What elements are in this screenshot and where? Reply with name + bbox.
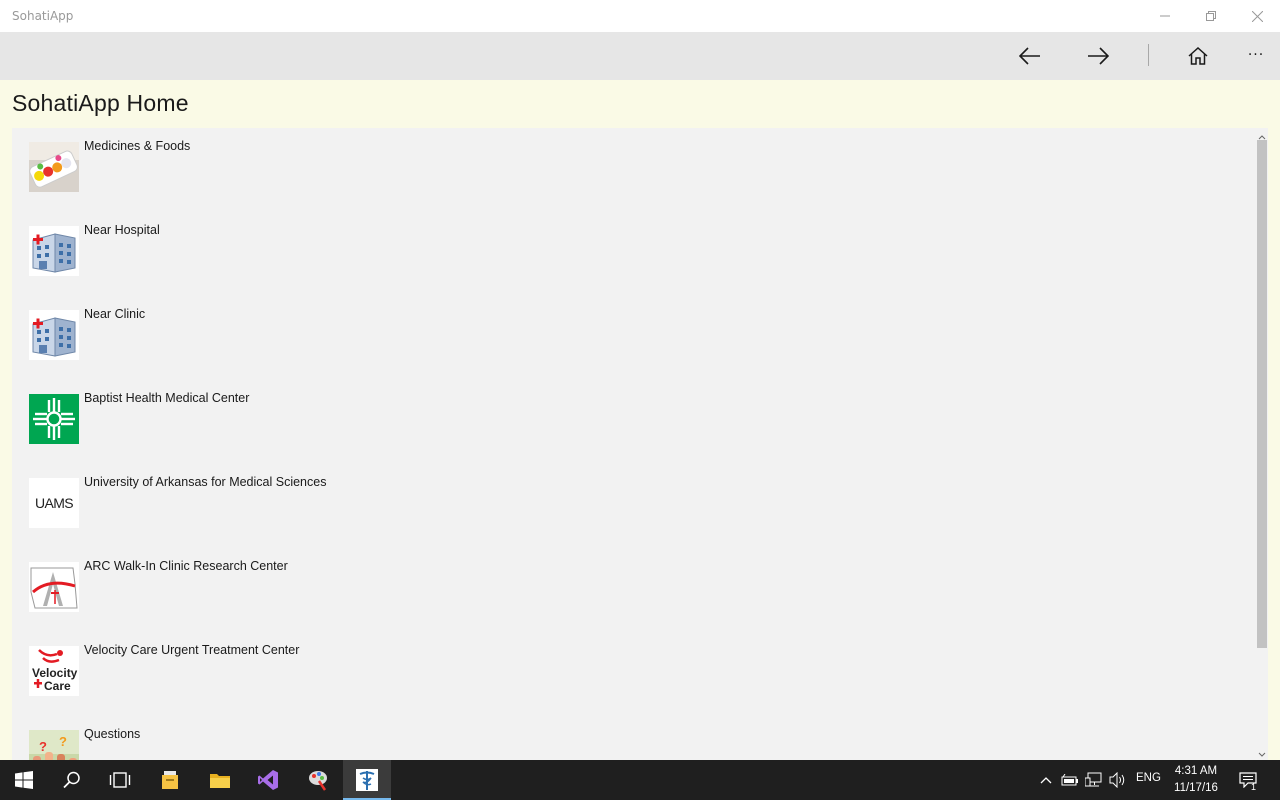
svg-text:Velocity: Velocity (32, 666, 78, 680)
list-item-uams[interactable]: UAMS University of Arkansas for Medical … (29, 464, 929, 548)
sohati-app-button[interactable] (343, 760, 391, 800)
clock-date: 11/17/16 (1174, 782, 1218, 794)
more-button[interactable]: ··· (1228, 32, 1280, 80)
taskbar: ENG 4:31 AM 11/17/16 (0, 760, 1280, 800)
list-item-questions[interactable]: ? ? Questions (29, 716, 929, 760)
folder-button[interactable] (196, 760, 244, 800)
more-ellipsis-icon: ··· (1247, 47, 1265, 63)
home-button[interactable] (1170, 32, 1226, 80)
svg-text:?: ? (59, 734, 67, 749)
list-item-baptist-health[interactable]: Baptist Health Medical Center (29, 380, 929, 464)
back-arrow-icon (1019, 47, 1040, 65)
home-icon (1188, 47, 1208, 65)
scroll-thumb[interactable] (1257, 140, 1267, 648)
search-icon (63, 771, 80, 789)
menu-list: Medicines & Foods Near Hospital Near Cli… (12, 128, 1268, 760)
battery-icon (1061, 774, 1078, 786)
list-item-label: Questions (84, 727, 141, 741)
close-icon (1251, 10, 1263, 22)
uams-logo: UAMS (29, 478, 79, 528)
task-view-button[interactable] (96, 760, 144, 800)
list-item-label: University of Arkansas for Medical Scien… (84, 475, 327, 489)
list-item-label: Near Clinic (84, 307, 146, 321)
system-clock[interactable]: 4:31 AM 11/17/16 (1164, 763, 1228, 797)
tray-overflow-button[interactable] (1036, 770, 1056, 790)
list-item-medicines-foods[interactable]: Medicines & Foods (29, 128, 929, 212)
visual-studio-icon (258, 770, 278, 790)
list-item-velocity-care[interactable]: Velocity Care Velocity Care Urgent Treat… (29, 632, 929, 716)
scroll-down-button[interactable] (1256, 746, 1268, 758)
list-item-label: Medicines & Foods (84, 139, 191, 153)
velocity-care-logo: Velocity Care (29, 646, 79, 696)
pills-thumbnail (29, 142, 79, 192)
restore-icon (1206, 11, 1216, 21)
start-icon (15, 771, 33, 789)
svg-text:?: ? (39, 739, 47, 754)
close-button[interactable] (1234, 0, 1280, 32)
list-item-near-hospital[interactable]: Near Hospital (29, 212, 929, 296)
appbar-separator (1148, 44, 1149, 66)
list-item-label: Baptist Health Medical Center (84, 391, 250, 405)
minimize-icon (1160, 15, 1170, 17)
task-view-icon (109, 772, 131, 788)
network-icon (1085, 772, 1102, 787)
baptist-health-logo (29, 394, 79, 444)
file-manager-icon (162, 771, 178, 789)
list-item-label: Velocity Care Urgent Treatment Center (84, 643, 300, 657)
hospital-building-thumbnail (29, 226, 79, 276)
network-button[interactable] (1084, 770, 1104, 790)
uams-logo-text: UAMS (34, 495, 74, 511)
list-item-label: Near Hospital (84, 223, 160, 237)
list-item-label: ARC Walk-In Clinic Research Center (84, 559, 288, 573)
input-language[interactable]: ENG (1136, 772, 1161, 784)
paint-button[interactable] (294, 760, 342, 800)
sohati-app-icon (356, 769, 378, 791)
file-manager-button[interactable] (146, 760, 194, 800)
title-bar: SohatiApp (0, 0, 1280, 32)
scroll-up-button[interactable] (1256, 128, 1268, 140)
page-title: SohatiApp Home (12, 90, 189, 116)
app-command-bar: ··· (0, 32, 1280, 80)
forward-arrow-icon (1088, 47, 1109, 65)
search-button[interactable] (48, 760, 96, 800)
volume-button[interactable] (1108, 770, 1128, 790)
minimize-button[interactable] (1142, 0, 1188, 32)
folder-icon (210, 774, 230, 788)
battery-button[interactable] (1060, 770, 1080, 790)
chevron-up-icon (1040, 777, 1052, 784)
svg-text:Care: Care (44, 679, 71, 693)
arc-logo (29, 562, 79, 612)
back-button[interactable] (1002, 32, 1058, 80)
list-item-near-clinic[interactable]: Near Clinic (29, 296, 929, 380)
list-scrollbar[interactable] (1256, 128, 1268, 760)
paint-icon (309, 771, 327, 791)
window-title: SohatiApp (12, 9, 74, 23)
forward-button[interactable] (1070, 32, 1126, 80)
visual-studio-button[interactable] (244, 760, 292, 800)
start-button[interactable] (0, 760, 48, 800)
questions-thumbnail: ? ? (29, 730, 79, 760)
notification-count: 1 (1251, 782, 1257, 792)
clock-time: 4:31 AM (1174, 765, 1218, 777)
volume-icon (1109, 772, 1125, 788)
restore-button[interactable] (1188, 0, 1234, 32)
clinic-building-thumbnail (29, 310, 79, 360)
list-item-arc-clinic[interactable]: ARC Walk-In Clinic Research Center (29, 548, 929, 632)
